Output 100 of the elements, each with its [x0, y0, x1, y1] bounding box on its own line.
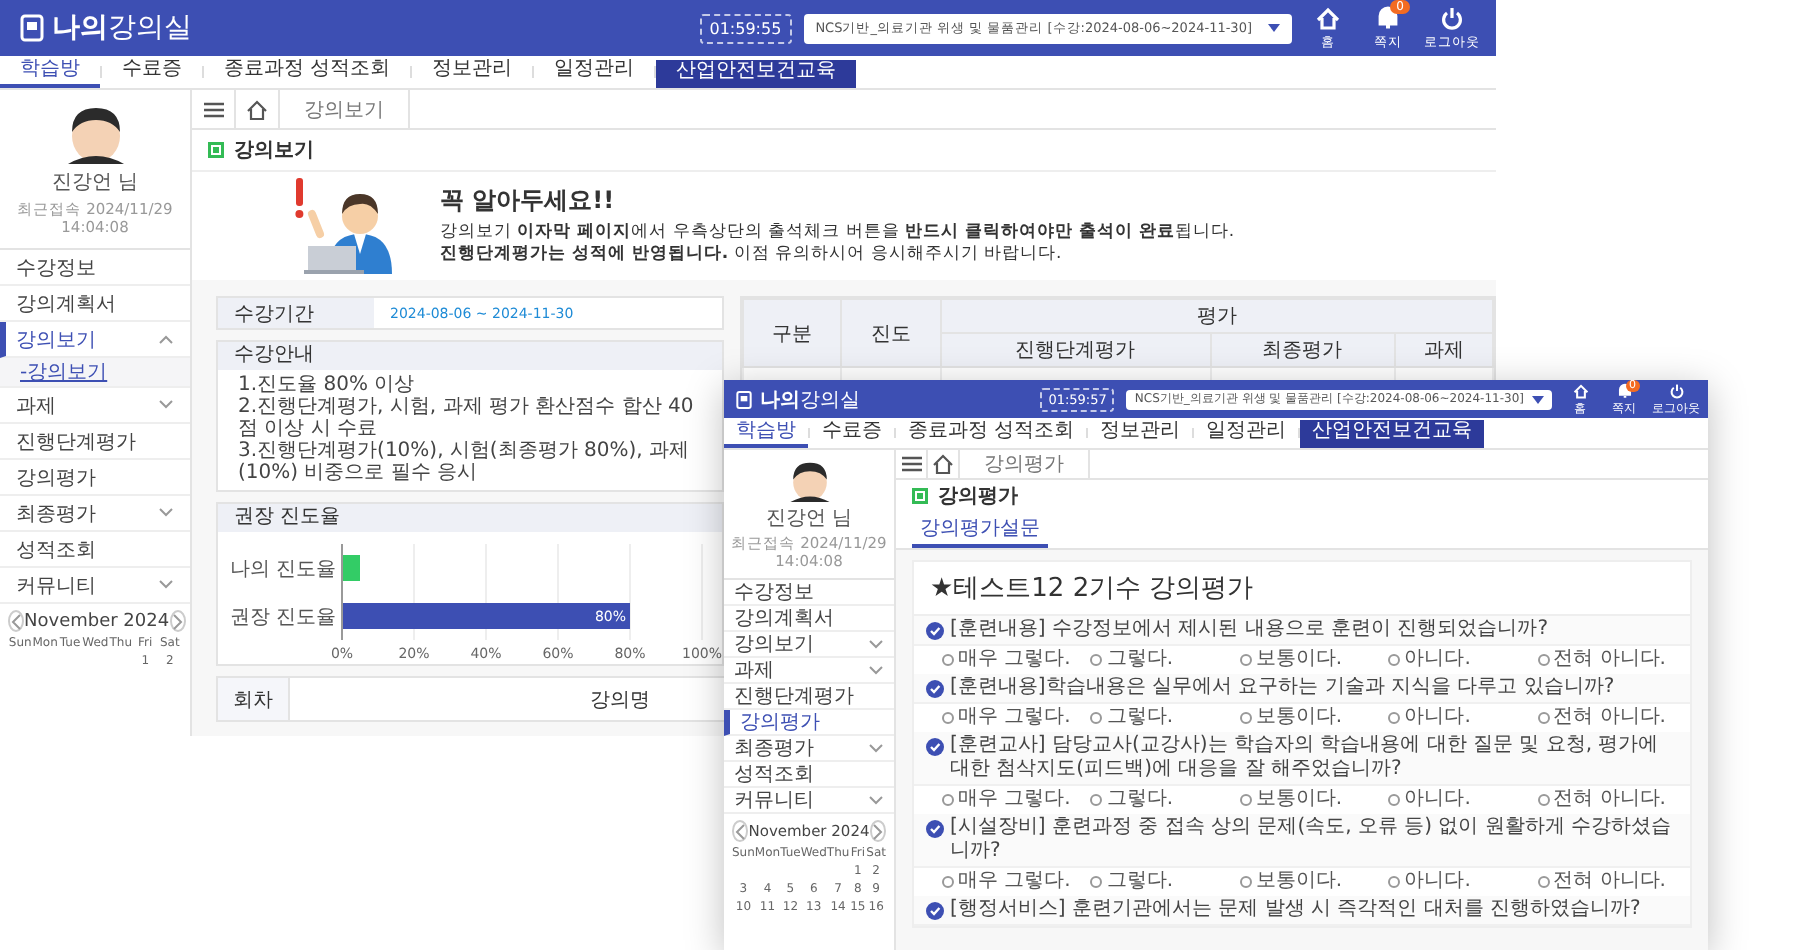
menu-item[interactable]: 강의계획서 [724, 606, 894, 632]
radio-button[interactable] [1388, 654, 1401, 666]
radio-button[interactable] [942, 794, 954, 806]
book-icon [20, 14, 44, 42]
radio-option[interactable]: 그렇다. [1090, 706, 1232, 730]
home-button[interactable] [928, 450, 960, 478]
breadcrumb[interactable]: 강의평가 [960, 450, 1090, 478]
question-icon [926, 621, 944, 639]
page-title: 강의평가 [938, 484, 1018, 510]
radio-button[interactable] [1239, 794, 1252, 806]
radio-option[interactable]: 아니다. [1388, 870, 1530, 894]
radio-option[interactable]: 아니다. [1388, 706, 1530, 730]
chevron-icon [734, 823, 747, 839]
radio-option[interactable]: 전혀 아니다. [1537, 788, 1679, 812]
menu-item[interactable]: 강의평가 [724, 710, 894, 736]
nav-tab[interactable]: 종료과정 성적조회 [896, 418, 1087, 448]
nav-tab[interactable]: 일정관리 [1194, 418, 1299, 448]
radio-option[interactable]: 전혀 아니다. [1537, 870, 1679, 894]
power-icon [1438, 4, 1466, 32]
radio-option[interactable]: 보통이다. [1239, 870, 1381, 894]
breadcrumb[interactable]: 강의보기 [280, 90, 410, 128]
radio-button[interactable] [1239, 712, 1252, 724]
radio-option[interactable]: 그렇다. [1090, 870, 1232, 894]
radio-button[interactable] [1537, 794, 1550, 806]
menu-item[interactable]: 수강정보 [0, 250, 190, 286]
menu-item[interactable]: 최종평가 [724, 736, 894, 762]
radio-button[interactable] [942, 876, 954, 888]
radio-option[interactable]: 보통이다. [1239, 706, 1381, 730]
menu-item[interactable]: 강의평가 [0, 460, 190, 496]
menu-item[interactable]: 강의보기 [724, 632, 894, 658]
nav-tab[interactable]: 산업안전보건교육 [656, 60, 857, 88]
logo-text[interactable]: 나의강의실 [760, 385, 860, 413]
notice-heading: 꼭 알아두세요!! [440, 183, 617, 217]
chevron-icon [158, 334, 174, 344]
menu-item[interactable]: 수강정보 [724, 580, 894, 606]
logo-text[interactable]: 나의강의실 [52, 10, 192, 46]
nav-tab[interactable]: 종료과정 성적조회 [204, 56, 411, 88]
user-name: 진강언 님 [51, 170, 139, 196]
guide-text: 3.진행단계평가(10%), 시험(최종평가 80%), 과제(10%) 비중으로 필수 응시 [238, 440, 691, 484]
radio-option[interactable]: 보통이다. [1239, 788, 1381, 812]
radio-button[interactable] [1537, 876, 1550, 888]
radio-button[interactable] [1090, 876, 1103, 888]
menu-item[interactable]: 과제 [724, 658, 894, 684]
calendar-title: November 2024 [24, 611, 170, 631]
radio-button[interactable] [1388, 794, 1401, 806]
radio-option[interactable]: 보통이다. [1239, 648, 1381, 672]
home-icon [246, 99, 268, 119]
nav-tab[interactable]: 산업안전보건교육 [1300, 420, 1485, 448]
submenu-item[interactable]: -강의보기 [0, 358, 190, 388]
column-header: 회차 [217, 677, 289, 721]
menu-item[interactable]: 커뮤니티 [0, 568, 190, 604]
radio-button[interactable] [1388, 876, 1401, 888]
notice-text: 진행단계평가는 성적에 반영됩니다. 이점 유의하시어 응시해주시기 바랍니다. [440, 243, 1064, 265]
page-title: 강의보기 [234, 138, 314, 164]
chevron-icon [868, 743, 884, 753]
question-icon [926, 679, 944, 697]
nav-tab[interactable]: 정보관리 [1088, 418, 1193, 448]
radio-button[interactable] [1537, 654, 1550, 666]
question-icon [926, 819, 944, 837]
radio-option[interactable]: 그렇다. [1090, 648, 1232, 672]
radio-button[interactable] [942, 712, 954, 724]
radio-button[interactable] [1090, 654, 1103, 666]
nav-tab[interactable]: 정보관리 [412, 56, 533, 88]
radio-button[interactable] [1090, 794, 1103, 806]
menu-item[interactable]: 진행단계평가 [0, 424, 190, 460]
menu-item[interactable]: 성적조회 [0, 532, 190, 568]
radio-button[interactable] [942, 654, 954, 666]
radio-button[interactable] [1090, 712, 1103, 724]
nav-tab[interactable]: 수료증 [102, 56, 202, 88]
radio-option[interactable]: 전혀 아니다. [1537, 706, 1679, 730]
menu-item[interactable]: 강의보기 [0, 322, 190, 358]
menu-item[interactable]: 커뮤니티 [724, 788, 894, 814]
next-button[interactable] [869, 820, 886, 842]
caret-icon [1268, 24, 1280, 32]
radio-option[interactable]: 아니다. [1388, 648, 1530, 672]
radio-button[interactable] [1239, 876, 1252, 888]
radio-button[interactable] [1537, 712, 1550, 724]
column-header: 진도 [841, 299, 941, 367]
nav-tab[interactable]: 수료증 [810, 418, 894, 448]
previous-button[interactable] [732, 820, 749, 842]
next-button[interactable] [169, 610, 186, 632]
radio-option[interactable]: 아니다. [1388, 788, 1530, 812]
menu-item[interactable]: 과제 [0, 388, 190, 424]
radio-option[interactable]: 매우 그렇다. [942, 870, 1083, 894]
question-text: [훈련내용]학습내용은 실무에서 요구하는 기술과 지식을 다루고 있습니까? [950, 676, 1615, 700]
card-title: 수강안내 [218, 342, 722, 370]
radio-button[interactable] [1388, 712, 1401, 724]
nav-tab[interactable]: 일정관리 [534, 56, 655, 88]
radio-button[interactable] [1239, 654, 1252, 666]
menu-button[interactable] [896, 450, 928, 478]
menu-item[interactable]: 성적조회 [724, 762, 894, 788]
previous-button[interactable] [8, 610, 24, 632]
radio-option[interactable]: 매우 그렇다. [942, 648, 1083, 672]
column-header: 구분 [743, 299, 842, 367]
tab[interactable]: 강의평가설문 [912, 512, 1048, 548]
radio-option[interactable]: 그렇다. [1090, 788, 1232, 812]
radio-option[interactable]: 매우 그렇다. [942, 788, 1083, 812]
notice-text: 강의보기 이자막 페이지에서 우측상단의 출석체크 버튼을 반드시 클릭하여야만 출석이 완료됩니다. [440, 221, 1235, 243]
menu-item[interactable]: 최종평가 [0, 496, 190, 532]
radio-option[interactable]: 전혀 아니다. [1537, 648, 1679, 672]
